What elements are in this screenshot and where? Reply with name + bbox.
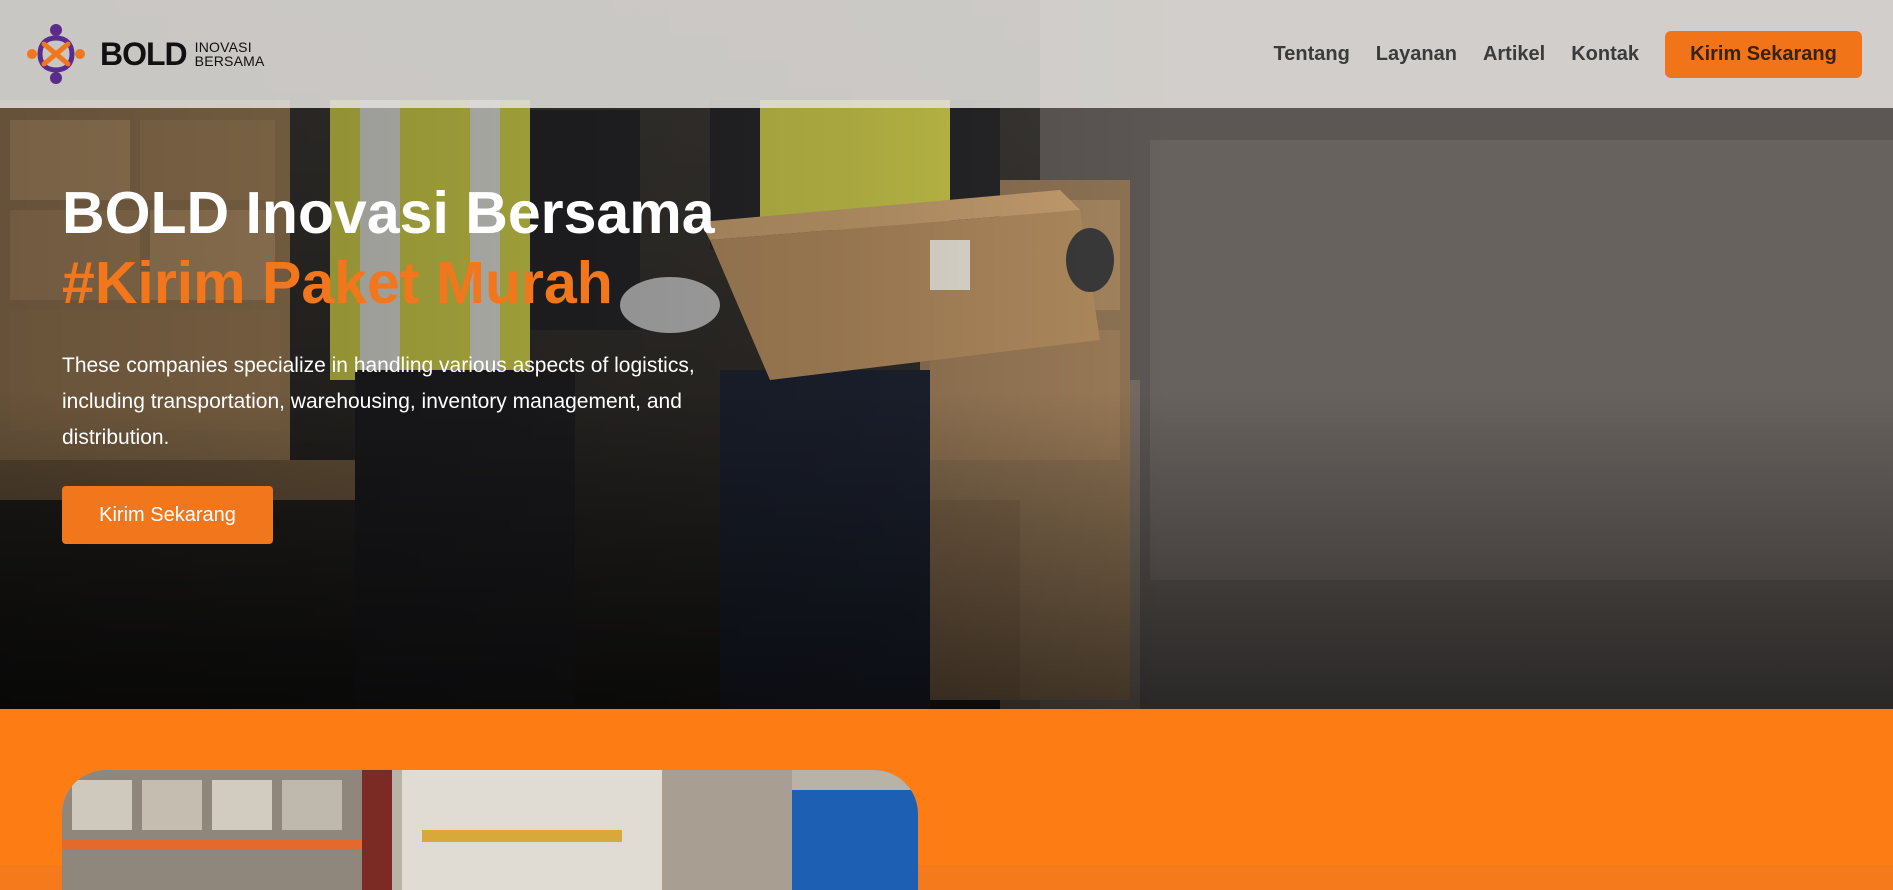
brand-name: BOLD [100,35,188,72]
brand-subtitle-line1: INOVASI [194,39,252,55]
brand-subtitle: INOVASI BERSAMA [195,40,265,68]
nav-link-layanan[interactable]: Layanan [1376,43,1457,66]
brand-subtitle-line2: BERSAMA [194,53,265,69]
nav-link-artikel[interactable]: Artikel [1483,43,1545,66]
orange-section [0,709,1893,890]
navbar: BOLD INOVASI BERSAMA Tentang Layanan Art… [0,0,1893,108]
warehouse-shelves-illustration [62,770,918,890]
hero-kirim-sekarang-button[interactable]: Kirim Sekarang [62,486,273,544]
interlocking-hearts-logo-icon [27,24,85,84]
hero-tagline: #Kirim Paket Murah [62,250,613,316]
warehouse-shelves-photo [62,770,918,890]
nav-link-kontak[interactable]: Kontak [1571,43,1639,66]
nav-link-tentang[interactable]: Tentang [1274,43,1350,66]
brand-logo[interactable]: BOLD INOVASI BERSAMA [24,22,265,86]
nav-kirim-sekarang-button[interactable]: Kirim Sekarang [1665,30,1862,78]
hero-description: These companies specialize in handling v… [62,354,695,449]
hero-content: BOLD Inovasi Bersama #Kirim Paket Murah … [62,180,782,544]
hero-title: BOLD Inovasi Bersama [62,180,715,246]
main-nav: Tentang Layanan Artikel Kontak Kirim Sek… [1274,30,1862,78]
